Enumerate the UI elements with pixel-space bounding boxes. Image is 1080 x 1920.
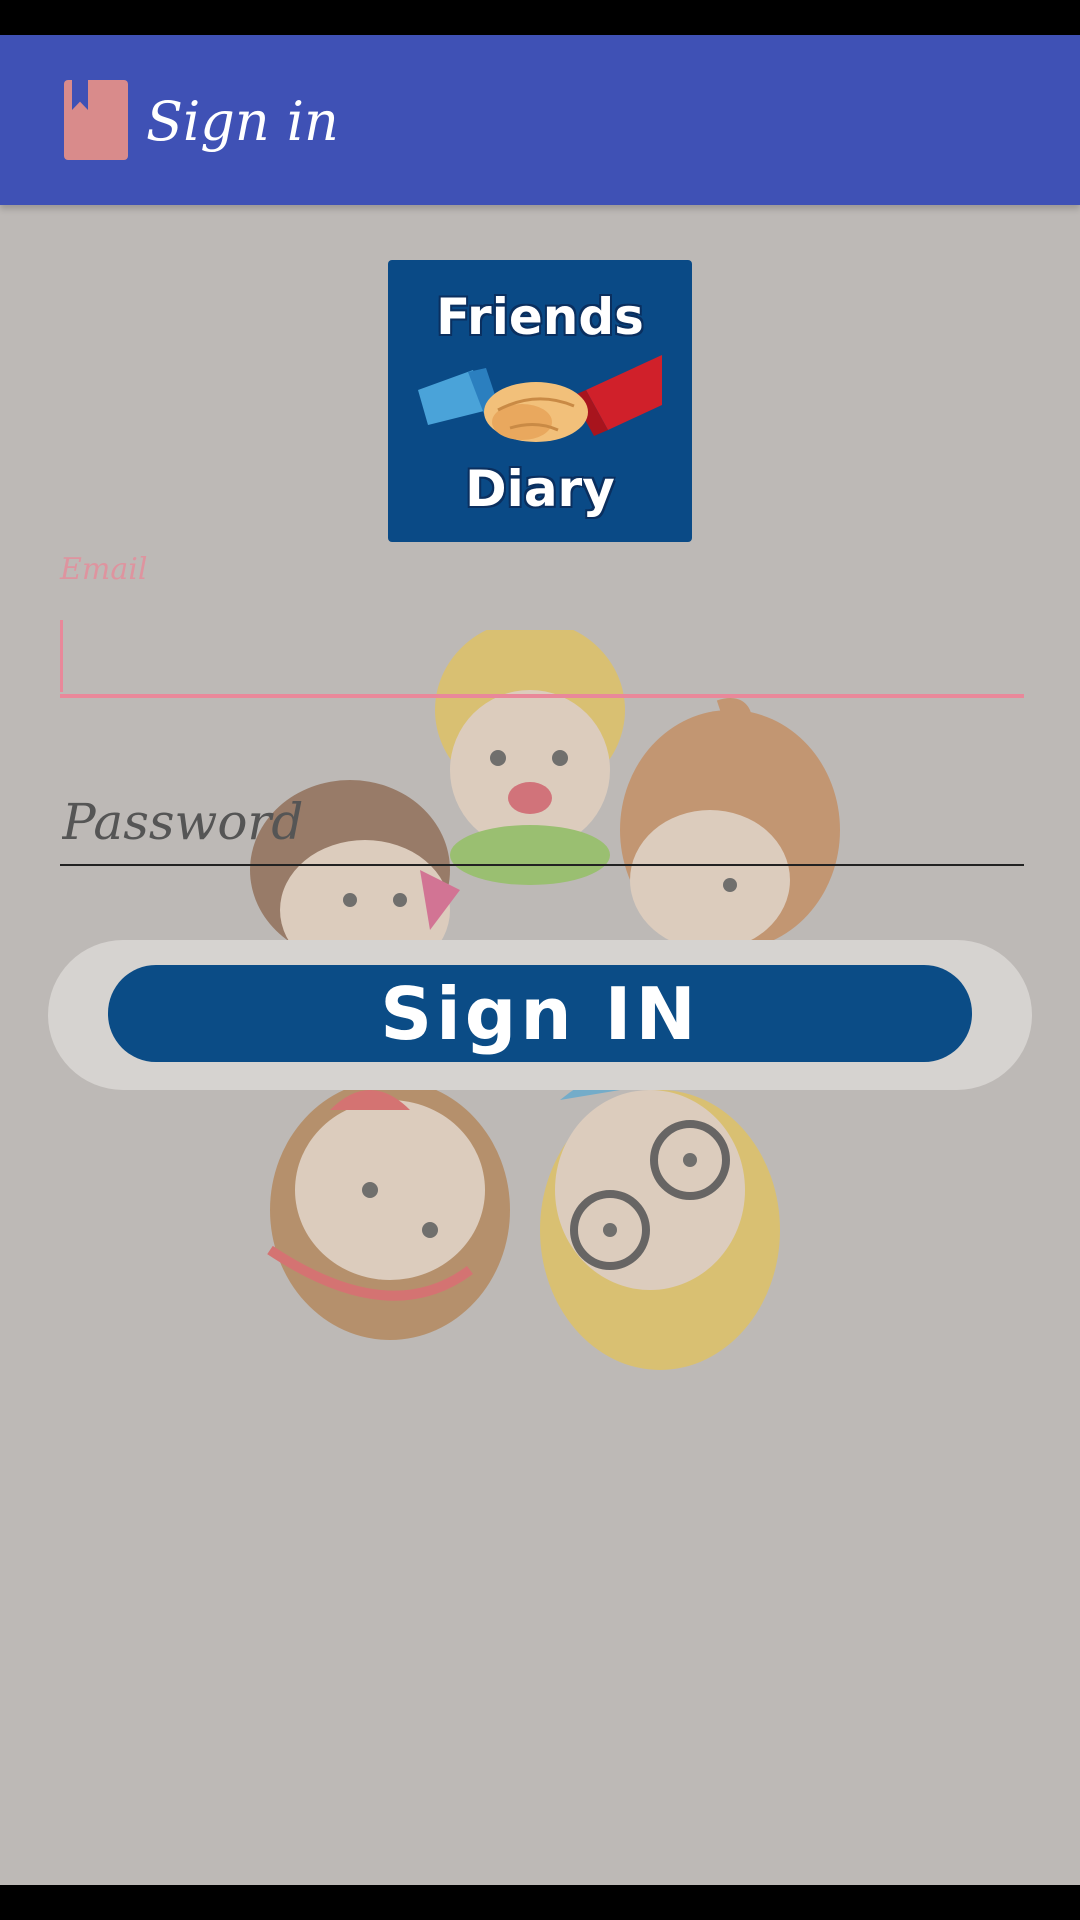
email-label: Email (60, 552, 148, 587)
navigation-bar (0, 1885, 1080, 1920)
handshake-icon (418, 355, 662, 442)
logo-text-top: Friends (436, 288, 644, 346)
page-title: Sign in (146, 90, 339, 153)
email-field[interactable] (60, 612, 1024, 698)
logo-text-bottom: Diary (465, 460, 615, 518)
text-cursor (60, 620, 63, 692)
status-bar (0, 0, 1080, 35)
bookmark-ribbon (72, 80, 88, 110)
password-field[interactable] (60, 780, 1024, 866)
app-logo: Friends Diary (388, 260, 692, 542)
sign-in-button[interactable]: Sign IN (108, 965, 972, 1062)
app-bar: Sign in (0, 35, 1080, 205)
bookmark-icon (64, 80, 128, 160)
